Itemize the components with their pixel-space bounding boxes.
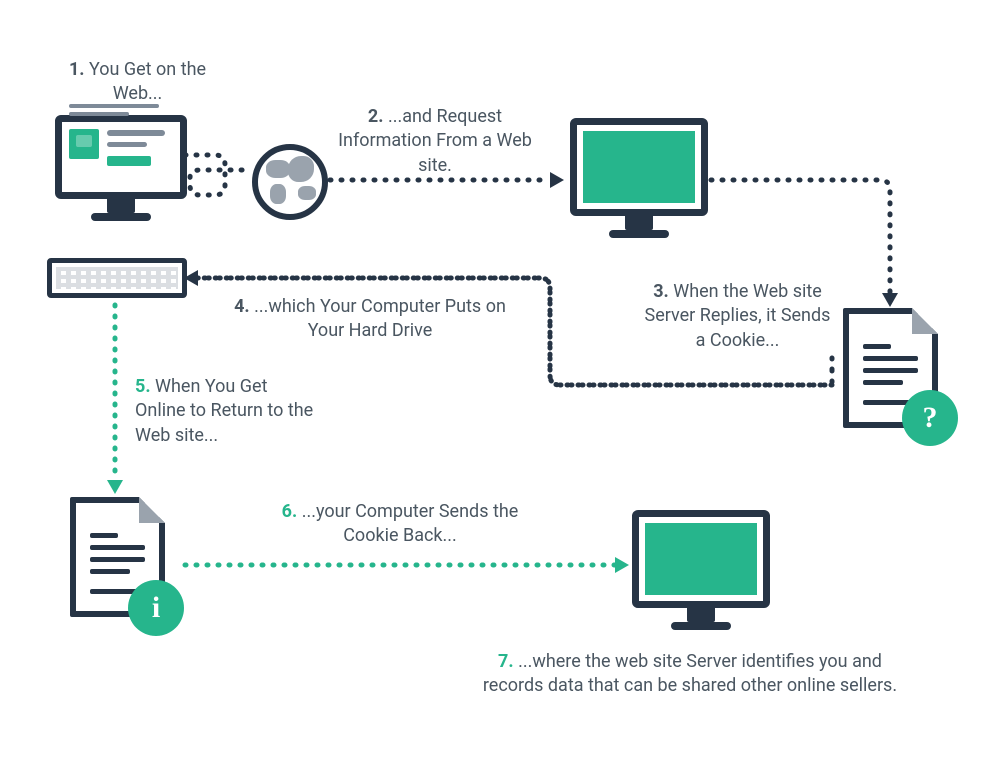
server-computer-icon [570,118,708,238]
arrow-head-icon [615,557,629,573]
step-2-label: 2. ...and Request Information From a Web… [335,105,535,178]
step-text: ...which Your Computer Puts on Your Hard… [254,296,506,341]
arrow-head-icon [550,172,564,188]
step-number: 5. [135,376,151,397]
step-number: 3. [653,281,669,302]
badge-glyph: ? [923,401,938,435]
step-number: 6. [282,501,298,522]
arrow-head-icon [107,480,123,494]
step-text: When the Web site Server Replies, it Sen… [645,281,831,351]
keyboard-icon [47,258,187,298]
step-text: ...where the web site Server identifies … [483,651,897,696]
step-6-label: 6. ...your Computer Sends the Cookie Bac… [275,500,525,549]
step-4-label: 4. ...which Your Computer Puts on Your H… [225,295,515,344]
step-number: 2. [368,106,384,127]
info-badge-icon: i [128,580,184,636]
badge-glyph: i [152,591,160,625]
globe-icon [252,144,328,220]
step-5-label: 5. When You Get Online to Return to the … [135,375,320,448]
step-number: 1. [69,59,85,80]
step-number: 4. [234,296,250,317]
cookie-flow-diagram: 1. You Get on the Web... 2. ...and Reque… [0,0,1000,762]
step-text: When You Get Online to Return to the Web… [135,376,313,446]
step-number: 7. [498,651,514,672]
user-computer-icon [55,115,187,221]
step-7-label: 7. ...where the web site Server identifi… [475,650,905,699]
arrow-head-icon [882,293,898,307]
step-text: ...your Computer Sends the Cookie Back..… [302,501,519,546]
question-badge-icon: ? [902,390,958,446]
step-3-label: 3. When the Web site Server Replies, it … [640,280,835,353]
step-1-label: 1. You Get on the Web... [50,58,225,107]
step-text: You Get on the Web... [89,59,206,104]
server-computer-icon [632,510,770,630]
